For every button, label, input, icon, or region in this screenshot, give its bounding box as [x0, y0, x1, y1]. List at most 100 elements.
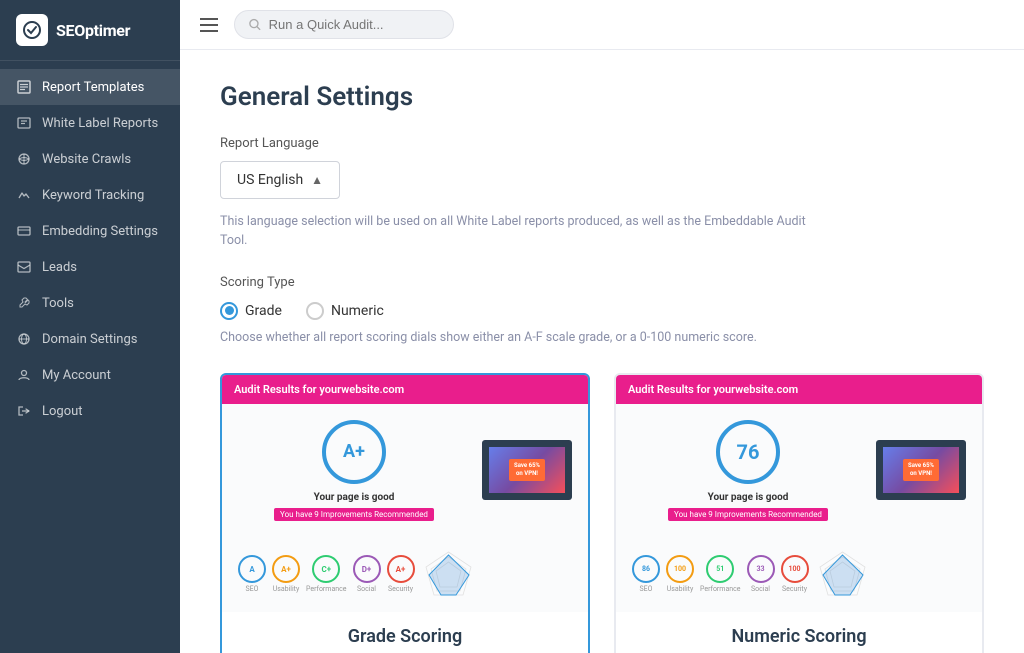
numeric-security-label: Security — [782, 585, 807, 593]
grade-social-label: Social — [357, 585, 376, 593]
numeric-performance-label: Performance — [700, 585, 741, 593]
grade-performance-label: Performance — [306, 585, 347, 593]
report-language-label: Report Language — [220, 136, 984, 151]
grade-sub-usability: A+ Usability — [272, 555, 300, 593]
grade-radio-label: Grade — [245, 303, 282, 319]
grade-radar-chart — [421, 547, 476, 602]
embed-icon — [16, 223, 32, 239]
domain-icon — [16, 331, 32, 347]
sidebar-item-label: Domain Settings — [42, 332, 137, 347]
numeric-radio-circle — [306, 302, 324, 320]
sidebar-item-label: My Account — [42, 368, 111, 383]
numeric-sub-performance: 51 Performance — [700, 555, 741, 593]
grade-security-circle: A+ — [387, 555, 415, 583]
numeric-card-caption: Numeric Scoring — [616, 612, 982, 653]
grade-radio-option[interactable]: Grade — [220, 302, 282, 320]
numeric-sub-usability: 100 Usability — [666, 555, 694, 593]
numeric-sub-seo: 86 SEO — [632, 555, 660, 593]
topbar — [180, 0, 1024, 50]
crawl-icon — [16, 151, 32, 167]
grade-sub-security: A+ Security — [387, 555, 415, 593]
chevron-up-icon: ▲ — [311, 173, 323, 187]
logout-icon — [16, 403, 32, 419]
sidebar-item-white-label-reports[interactable]: White Label Reports — [0, 105, 180, 141]
scoring-type-label: Scoring Type — [220, 275, 984, 290]
sidebar-item-my-account[interactable]: My Account — [0, 357, 180, 393]
language-select[interactable]: US English ▲ — [220, 161, 340, 199]
numeric-seo-label: SEO — [640, 585, 653, 593]
numeric-monitor-img: Save 65%on VPN! — [876, 440, 966, 500]
grade-big-score: A+ — [322, 420, 386, 484]
sidebar-item-label: Website Crawls — [42, 152, 131, 167]
grade-sub-seo: A SEO — [238, 555, 266, 593]
grade-usability-label: Usability — [273, 585, 300, 593]
numeric-page-good: Your page is good — [708, 492, 789, 503]
sidebar-item-label: Report Templates — [42, 80, 144, 95]
numeric-radio-option[interactable]: Numeric — [306, 302, 384, 320]
scoring-help-text: Choose whether all report scoring dials … — [220, 330, 820, 345]
sidebar-item-label: Logout — [42, 404, 83, 419]
sidebar-item-website-crawls[interactable]: Website Crawls — [0, 141, 180, 177]
grade-sub-scores: A SEO A+ Usability C+ Performance D+ Soc… — [222, 537, 588, 612]
sidebar-item-logout[interactable]: Logout — [0, 393, 180, 429]
main-area: General Settings Report Language US Engl… — [180, 0, 1024, 653]
language-value: US English — [237, 172, 303, 188]
white-label-icon — [16, 115, 32, 131]
grade-preview-card[interactable]: Audit Results for yourwebsite.com A+ You… — [220, 373, 590, 653]
grade-vpn-badge: Save 65%on VPN! — [509, 459, 545, 481]
grade-audit-body: A+ Your page is good You have 9 Improvem… — [222, 404, 588, 537]
sidebar-item-report-templates[interactable]: Report Templates — [0, 69, 180, 105]
page-title: General Settings — [220, 82, 984, 112]
grade-security-label: Security — [388, 585, 413, 593]
content-area: General Settings Report Language US Engl… — [180, 50, 1024, 653]
numeric-seo-circle: 86 — [632, 555, 660, 583]
logo-icon — [16, 14, 48, 46]
numeric-sub-scores: 86 SEO 100 Usability 51 Performance 33 S… — [616, 537, 982, 612]
numeric-big-score: 76 — [716, 420, 780, 484]
grade-sub-social: D+ Social — [353, 555, 381, 593]
sidebar-item-label: Tools — [42, 296, 74, 311]
scoring-type-radio-group: Grade Numeric — [220, 302, 984, 320]
language-help-text: This language selection will be used on … — [220, 213, 820, 251]
numeric-vpn-badge: Save 65%on VPN! — [903, 459, 939, 481]
sidebar-item-leads[interactable]: Leads — [0, 249, 180, 285]
grade-score-section: A+ Your page is good You have 9 Improvem… — [238, 420, 470, 521]
numeric-usability-label: Usability — [667, 585, 694, 593]
grade-monitor-screen: Save 65%on VPN! — [489, 447, 565, 493]
grade-radio-circle — [220, 302, 238, 320]
numeric-monitor-screen: Save 65%on VPN! — [883, 447, 959, 493]
numeric-audit-header: Audit Results for yourwebsite.com — [616, 375, 982, 404]
numeric-security-circle: 100 — [781, 555, 809, 583]
search-icon — [249, 18, 261, 31]
numeric-radio-label: Numeric — [331, 303, 384, 319]
search-bar[interactable] — [234, 10, 454, 39]
sidebar-item-label: Leads — [42, 260, 77, 275]
search-input[interactable] — [269, 17, 439, 32]
sidebar-item-keyword-tracking[interactable]: Keyword Tracking — [0, 177, 180, 213]
grade-seo-label: SEO — [246, 585, 259, 593]
grade-monitor-img: Save 65%on VPN! — [482, 440, 572, 500]
numeric-sub-social: 33 Social — [747, 555, 775, 593]
sidebar-item-label: Keyword Tracking — [42, 188, 144, 203]
sidebar-nav: Report Templates White Label Reports — [0, 61, 180, 653]
leads-icon — [16, 259, 32, 275]
grade-usability-circle: A+ — [272, 555, 300, 583]
sidebar-item-label: White Label Reports — [42, 116, 158, 131]
numeric-sub-security: 100 Security — [781, 555, 809, 593]
report-templates-icon — [16, 79, 32, 95]
grade-sub-performance: C+ Performance — [306, 555, 347, 593]
numeric-preview-card[interactable]: Audit Results for yourwebsite.com 76 You… — [614, 373, 984, 653]
numeric-usability-circle: 100 — [666, 555, 694, 583]
sidebar-item-label: Embedding Settings — [42, 224, 158, 239]
sidebar-item-domain-settings[interactable]: Domain Settings — [0, 321, 180, 357]
numeric-score-section: 76 Your page is good You have 9 Improvem… — [632, 420, 864, 521]
sidebar-item-embedding-settings[interactable]: Embedding Settings — [0, 213, 180, 249]
hamburger-menu[interactable] — [200, 18, 218, 32]
sidebar-item-tools[interactable]: Tools — [0, 285, 180, 321]
numeric-radar-chart — [815, 547, 870, 602]
tools-icon — [16, 295, 32, 311]
grade-seo-circle: A — [238, 555, 266, 583]
logo-text: SEOptimer — [56, 21, 130, 40]
keyword-icon — [16, 187, 32, 203]
sidebar: SEOptimer Report Templates — [0, 0, 180, 653]
